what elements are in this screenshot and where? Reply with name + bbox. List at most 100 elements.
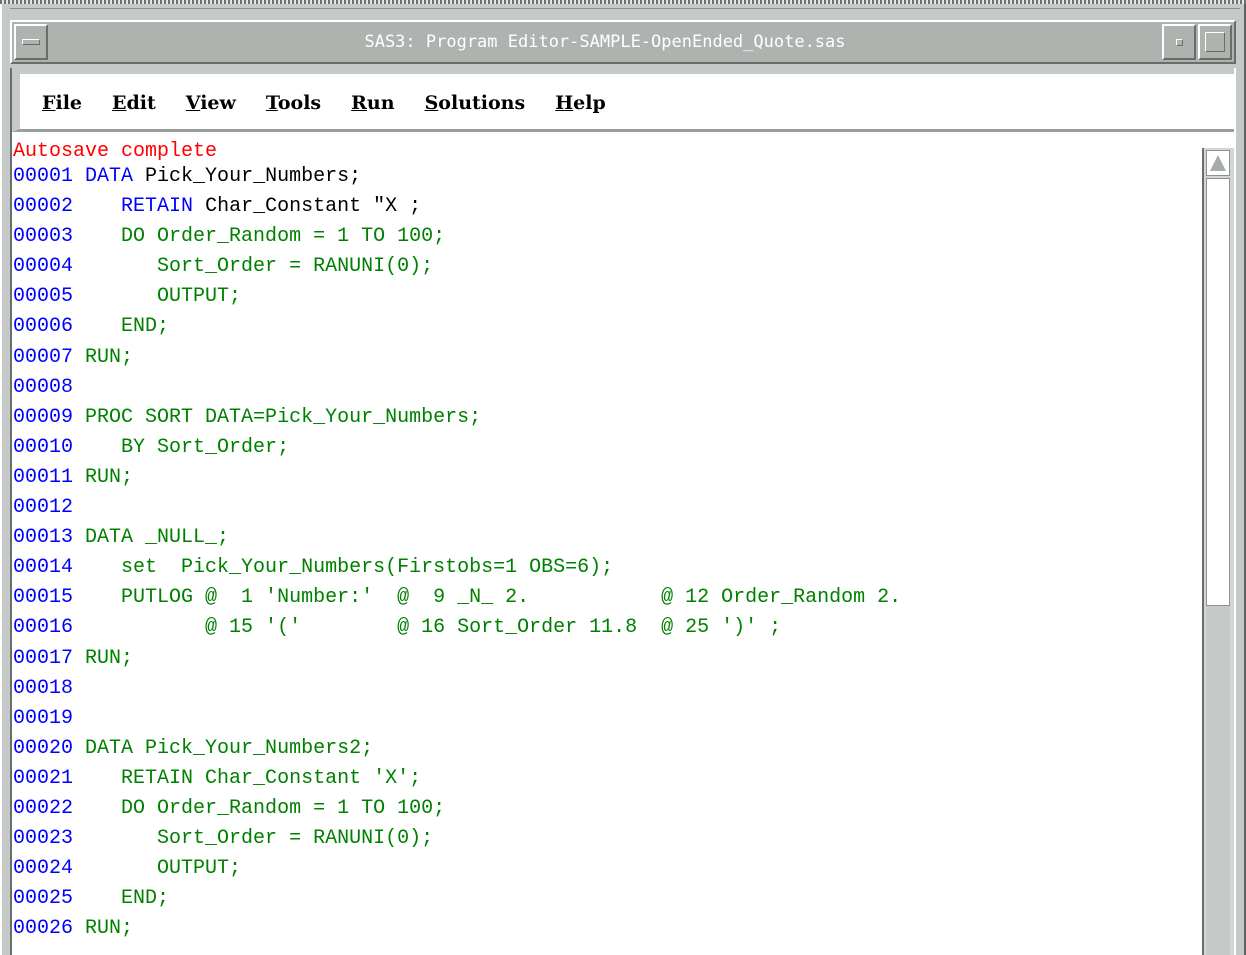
menu-file-label: ile bbox=[55, 92, 83, 114]
maximize-button[interactable] bbox=[1198, 24, 1232, 60]
line-number: 00007 bbox=[13, 345, 74, 369]
line-number: 00004 bbox=[13, 255, 74, 279]
line-number: 00011 bbox=[13, 465, 74, 489]
menu-solutions-mnemonic: S bbox=[424, 92, 439, 114]
code-line[interactable]: 00014 set Pick_Your_Numbers(Firstobs=1 O… bbox=[13, 553, 1194, 583]
code-line[interactable]: 00016 @ 15 '(' @ 16 Sort_Order 11.8 @ 25… bbox=[13, 613, 1194, 643]
code-line[interactable]: 00020 DATA Pick_Your_Numbers2; bbox=[13, 734, 1194, 764]
scroll-up-button[interactable] bbox=[1206, 150, 1230, 176]
code-statement: PROC SORT DATA=Pick_Your_Numbers; bbox=[85, 405, 482, 429]
menu-edit-mnemonic: E bbox=[112, 92, 127, 114]
menu-tools-label: ools bbox=[277, 92, 322, 114]
code-statement: RUN; bbox=[85, 345, 134, 369]
code-statement: DATA Pick_Your_Numbers2; bbox=[85, 736, 374, 760]
menu-edit-label: dit bbox=[126, 92, 156, 114]
code-line[interactable]: 00009 PROC SORT DATA=Pick_Your_Numbers; bbox=[13, 403, 1194, 433]
line-number: 00002 bbox=[13, 195, 74, 219]
code-line[interactable]: 00018 bbox=[13, 674, 1194, 704]
line-number: 00005 bbox=[13, 285, 74, 309]
line-number: 00010 bbox=[13, 435, 74, 459]
scroll-thumb[interactable] bbox=[1206, 178, 1230, 606]
vertical-scrollbar[interactable] bbox=[1202, 148, 1234, 955]
code-statement: DO Order_Random = 1 TO 100; bbox=[85, 796, 446, 820]
code-text: Pick_Your_Numbers; bbox=[133, 165, 362, 188]
code-statement: BY Sort_Order; bbox=[85, 435, 290, 459]
menu-run-label: un bbox=[366, 92, 395, 114]
code-statement: END; bbox=[85, 887, 170, 911]
code-statement: RUN; bbox=[85, 646, 134, 670]
line-number: 00023 bbox=[13, 827, 74, 851]
code-line[interactable]: 00010 BY Sort_Order; bbox=[13, 433, 1194, 463]
line-number: 00003 bbox=[13, 225, 74, 249]
menu-edit[interactable]: Edit bbox=[112, 92, 156, 114]
menu-run[interactable]: Run bbox=[351, 92, 394, 114]
menu-run-mnemonic: R bbox=[351, 92, 367, 114]
line-number: 00001 bbox=[13, 165, 74, 188]
line-number: 00014 bbox=[13, 556, 74, 580]
program-editor-window: File Edit View Tools Run Solutions Help … bbox=[10, 68, 1236, 955]
status-message: Autosave complete bbox=[13, 140, 218, 163]
window-title: SAS3: Program Editor-SAMPLE-OpenEnded_Qu… bbox=[364, 32, 846, 52]
code-statement: PUTLOG @ 1 'Number:' @ 9 _N_ 2. @ 12 Ord… bbox=[85, 586, 902, 610]
code-line[interactable]: 00007 RUN; bbox=[13, 343, 1194, 373]
code-line[interactable]: 00019 bbox=[13, 704, 1194, 734]
code-statement: END; bbox=[85, 315, 170, 339]
code-keyword: DATA bbox=[85, 165, 134, 188]
code-keyword: RETAIN bbox=[85, 195, 194, 219]
line-number: 00006 bbox=[13, 315, 74, 339]
line-number: 00012 bbox=[13, 496, 74, 520]
menu-file[interactable]: File bbox=[42, 92, 82, 114]
title-bar[interactable]: SAS3: Program Editor-SAMPLE-OpenEnded_Qu… bbox=[10, 20, 1236, 64]
code-line[interactable]: 00008 bbox=[13, 373, 1194, 403]
code-line[interactable]: 00003 DO Order_Random = 1 TO 100; bbox=[13, 222, 1194, 252]
menu-tools-mnemonic: T bbox=[265, 92, 278, 114]
code-statement: RUN; bbox=[85, 465, 134, 489]
maximize-icon bbox=[1205, 32, 1225, 52]
code-line[interactable]: 00021 RETAIN Char_Constant 'X'; bbox=[13, 764, 1194, 794]
code-line[interactable]: 00004 Sort_Order = RANUNI(0); bbox=[13, 252, 1194, 282]
line-number: 00018 bbox=[13, 676, 74, 700]
code-line[interactable]: 00024 OUTPUT; bbox=[13, 854, 1194, 884]
code-line[interactable]: 00001 DATA Pick_Your_Numbers; bbox=[13, 162, 1194, 192]
menu-tools[interactable]: Tools bbox=[266, 92, 321, 114]
code-text: Char_Constant "X ; bbox=[193, 195, 422, 219]
line-number: 00022 bbox=[13, 796, 74, 820]
code-line[interactable]: 00015 PUTLOG @ 1 'Number:' @ 9 _N_ 2. @ … bbox=[13, 583, 1194, 613]
menu-file-mnemonic: F bbox=[42, 92, 56, 114]
menu-help[interactable]: Help bbox=[555, 92, 606, 114]
menu-view[interactable]: View bbox=[186, 92, 236, 114]
line-number: 00017 bbox=[13, 646, 74, 670]
minimize-button[interactable] bbox=[1162, 24, 1196, 60]
code-line[interactable]: 00013 DATA _NULL_; bbox=[13, 523, 1194, 553]
code-editor[interactable]: Autosave complete 00001 DATA Pick_Your_N… bbox=[12, 132, 1234, 955]
window-menu-button[interactable] bbox=[14, 24, 48, 60]
code-line[interactable]: 00005 OUTPUT; bbox=[13, 282, 1194, 312]
scroll-up-icon bbox=[1210, 155, 1226, 171]
code-line[interactable]: 00006 END; bbox=[13, 312, 1194, 342]
code-lines[interactable]: 00001 DATA Pick_Your_Numbers; 00002 RETAI… bbox=[13, 162, 1194, 944]
code-line[interactable]: 00002 RETAIN Char_Constant "X ; bbox=[13, 192, 1194, 222]
code-statement: Sort_Order = RANUNI(0); bbox=[85, 255, 434, 279]
code-statement: Sort_Order = RANUNI(0); bbox=[85, 827, 434, 851]
code-line[interactable]: 00023 Sort_Order = RANUNI(0); bbox=[13, 824, 1194, 854]
code-statement: DO Order_Random = 1 TO 100; bbox=[85, 225, 446, 249]
menu-bar: File Edit View Tools Run Solutions Help bbox=[12, 68, 1234, 132]
menu-view-mnemonic: V bbox=[185, 92, 201, 114]
code-line[interactable]: 00017 RUN; bbox=[13, 644, 1194, 674]
code-line[interactable]: 00011 RUN; bbox=[13, 463, 1194, 493]
line-number: 00016 bbox=[13, 616, 74, 640]
menu-solutions[interactable]: Solutions bbox=[425, 92, 526, 114]
line-number: 00020 bbox=[13, 736, 74, 760]
code-line[interactable]: 00026 RUN; bbox=[13, 914, 1194, 944]
scroll-track[interactable] bbox=[1206, 606, 1230, 955]
code-statement: RETAIN Char_Constant 'X'; bbox=[85, 766, 422, 790]
code-line[interactable]: 00025 END; bbox=[13, 884, 1194, 914]
code-statement: OUTPUT; bbox=[85, 285, 242, 309]
code-line[interactable]: 00022 DO Order_Random = 1 TO 100; bbox=[13, 794, 1194, 824]
code-statement: RUN; bbox=[85, 917, 134, 941]
menu-solutions-label: olutions bbox=[438, 92, 526, 114]
code-line[interactable]: 00012 bbox=[13, 493, 1194, 523]
menu-view-label: iew bbox=[200, 92, 236, 114]
line-number: 00021 bbox=[13, 766, 74, 790]
minimize-icon bbox=[1175, 38, 1183, 46]
